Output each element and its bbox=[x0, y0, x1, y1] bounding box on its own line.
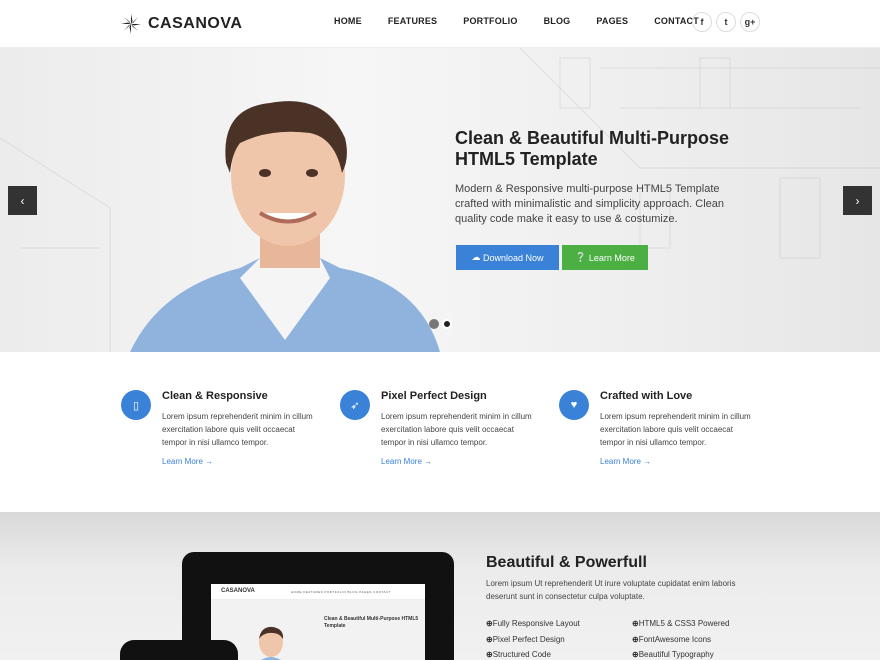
feature-learn-more-link[interactable]: Learn More → bbox=[162, 457, 213, 466]
nav-pages[interactable]: PAGES bbox=[596, 16, 628, 26]
mobile-icon: ▯ bbox=[121, 390, 151, 420]
twitter-icon[interactable]: t bbox=[716, 12, 736, 32]
logo-mark-icon bbox=[121, 14, 141, 34]
mini-person-image bbox=[259, 626, 284, 660]
slider-dot-2-active[interactable] bbox=[442, 319, 452, 329]
chevron-left-icon: ‹ bbox=[20, 193, 25, 208]
nav-blog[interactable]: BLOG bbox=[544, 16, 571, 26]
hero-description: Modern & Responsive multi-purpose HTML5 … bbox=[455, 183, 724, 225]
slider-dot-1[interactable] bbox=[429, 319, 439, 329]
google-plus-icon[interactable]: g+ bbox=[740, 12, 760, 32]
mini-hero: Clean & Beautiful Multi-Purpose HTML5 Te… bbox=[211, 600, 425, 660]
hero-person-image bbox=[130, 101, 440, 352]
slider-prev-button[interactable]: ‹ bbox=[8, 186, 37, 215]
feature-title: Crafted with Love bbox=[600, 390, 693, 402]
showcase-title: Beautiful & Powerfull bbox=[486, 554, 647, 571]
slider-pagination bbox=[429, 319, 455, 329]
site-header: CASANOVA HOME FEATURES PORTFOLIO BLOG PA… bbox=[0, 0, 880, 48]
main-nav: HOME FEATURES PORTFOLIO BLOG PAGES CONTA… bbox=[334, 16, 725, 26]
nav-features[interactable]: FEATURES bbox=[388, 16, 437, 26]
mini-header: CASANOVA HOME FEATURES PORTFOLIO BLOG PA… bbox=[211, 584, 425, 600]
feature-list-left: Fully Responsive Layout Pixel Perfect De… bbox=[486, 616, 580, 660]
logo[interactable]: CASANOVA bbox=[120, 12, 242, 36]
list-item: Structured Code bbox=[486, 647, 580, 660]
feature-title: Pixel Perfect Design bbox=[381, 390, 487, 402]
slider-next-button[interactable]: › bbox=[843, 186, 872, 215]
rocket-icon: ➶ bbox=[340, 390, 370, 420]
download-now-label: Download Now bbox=[482, 252, 544, 263]
download-now-button[interactable]: ☁ Download Now bbox=[456, 245, 559, 270]
mini-logo-text: CASANOVA bbox=[221, 588, 255, 594]
learn-more-button[interactable]: ❔ Learn More bbox=[562, 245, 648, 270]
question-circle-icon: ❔ bbox=[575, 252, 589, 262]
facebook-icon[interactable]: f bbox=[692, 12, 712, 32]
social-links: f t g+ bbox=[692, 12, 764, 32]
feature-list-right: HTML5 & CSS3 Powered FontAwesome Icons B… bbox=[632, 616, 730, 660]
tablet-screen: CASANOVA HOME FEATURES PORTFOLIO BLOG PA… bbox=[211, 584, 425, 660]
cloud-download-icon: ☁ bbox=[471, 252, 483, 262]
feature-learn-more-link[interactable]: Learn More → bbox=[381, 457, 432, 466]
list-item: FontAwesome Icons bbox=[632, 632, 729, 648]
heart-icon: ♥ bbox=[559, 390, 589, 420]
features-section: ▯ Clean & Responsive Lorem ipsum reprehe… bbox=[0, 352, 880, 512]
showcase-text: Lorem ipsum Ut reprehenderit Ut irure vo… bbox=[486, 579, 736, 601]
feature-text: Lorem ipsum reprehenderit minim in cillu… bbox=[600, 412, 751, 447]
list-item: Pixel Perfect Design bbox=[486, 632, 580, 648]
chevron-right-icon: › bbox=[855, 193, 860, 208]
mini-nav-links: HOME FEATURES PORTFOLIO BLOG PAGES CONTA… bbox=[291, 590, 391, 594]
learn-more-label: Learn More bbox=[588, 252, 635, 263]
list-item: HTML5 & CSS3 Powered bbox=[632, 616, 730, 632]
feature-learn-more-link[interactable]: Learn More → bbox=[600, 457, 651, 466]
phone-mockup bbox=[120, 640, 238, 660]
list-item: Fully Responsive Layout bbox=[486, 616, 580, 632]
hero-slider: ‹ Clean & Beautiful Multi-Purpose HTML5 … bbox=[0, 48, 880, 352]
mini-hero-title: Clean & Beautiful Multi-Purpose HTML5 Te… bbox=[324, 616, 419, 629]
hero-title: Clean & Beautiful Multi-Purpose HTML5 Te… bbox=[455, 128, 730, 169]
nav-home[interactable]: HOME bbox=[334, 16, 362, 26]
feature-text: Lorem ipsum reprehenderit minim in cillu… bbox=[381, 412, 532, 447]
logo-text: CASANOVA bbox=[148, 15, 243, 32]
list-item: Beautiful Typography bbox=[632, 647, 729, 660]
showcase-section: CASANOVA HOME FEATURES PORTFOLIO BLOG PA… bbox=[0, 512, 880, 660]
feature-text: Lorem ipsum reprehenderit minim in cillu… bbox=[162, 412, 313, 447]
nav-portfolio[interactable]: PORTFOLIO bbox=[463, 16, 517, 26]
feature-title: Clean & Responsive bbox=[162, 390, 268, 402]
